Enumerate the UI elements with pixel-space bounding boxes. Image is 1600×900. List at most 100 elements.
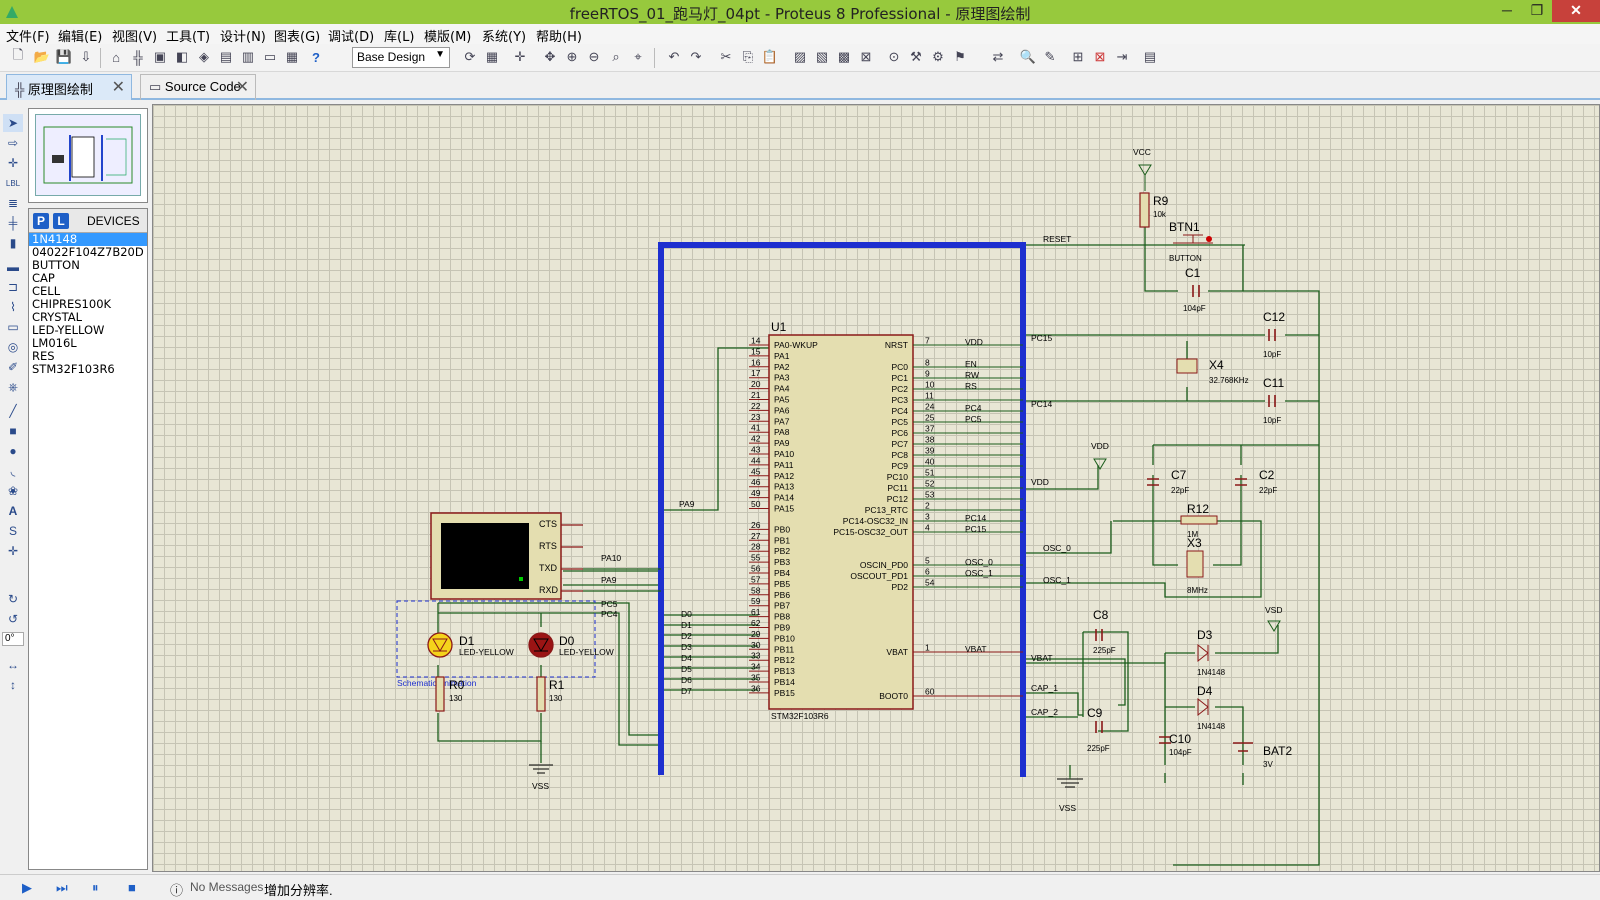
document-icon[interactable]: ▦ <box>282 47 302 67</box>
menu-tools[interactable]: 工具(T) <box>166 26 210 45</box>
search-tag-icon[interactable]: 🔍 <box>1018 47 1038 67</box>
menu-edit[interactable]: 编辑(E) <box>58 26 102 45</box>
menu-template[interactable]: 模版(M) <box>424 26 471 45</box>
line-icon[interactable]: ╱ <box>3 402 23 420</box>
close-tab-icon[interactable]: ✕ <box>236 77 249 97</box>
notes-icon[interactable]: ▥ <box>238 47 258 67</box>
bus-icon[interactable]: ╪ <box>3 214 23 232</box>
text-icon[interactable]: A <box>3 502 23 520</box>
save-icon[interactable]: 💾 <box>54 47 74 67</box>
remove-sheet-icon[interactable]: ⊠ <box>1090 47 1110 67</box>
diode-d3[interactable] <box>1197 643 1209 663</box>
design-select[interactable]: Base Design ▼ <box>352 47 450 68</box>
subcircuit-icon[interactable]: ▮ <box>3 234 23 252</box>
symbol-icon[interactable]: S <box>3 522 23 540</box>
menu-debug[interactable]: 调试(D) <box>328 26 374 45</box>
path-icon[interactable]: ❀ <box>3 482 23 500</box>
terminals-icon[interactable]: ▬ <box>3 258 23 276</box>
zoom-all-icon[interactable]: ⌕ <box>606 47 626 67</box>
decompose-icon[interactable]: ⚑ <box>950 47 970 67</box>
text-script-icon[interactable]: ≣ <box>3 194 23 212</box>
step-icon[interactable]: ⏭ <box>56 880 68 896</box>
marker-icon[interactable]: ✛ <box>3 542 23 560</box>
redo-icon[interactable]: ↷ <box>686 47 706 67</box>
open-folder-icon[interactable]: 📂 <box>32 47 52 67</box>
library-manager-button[interactable]: L <box>53 213 69 229</box>
diode-d4[interactable] <box>1197 697 1209 717</box>
rotation-field[interactable]: 0° <box>2 632 24 646</box>
block-rotate-icon[interactable]: ▩ <box>834 47 854 67</box>
led-d0[interactable] <box>528 632 554 658</box>
import-icon[interactable]: ⇩ <box>76 47 96 67</box>
instrument-icon[interactable]: ⎈ <box>3 378 23 396</box>
menu-file[interactable]: 文件(F) <box>6 26 50 45</box>
package-tool-icon[interactable]: ⚙ <box>928 47 948 67</box>
overview-window[interactable] <box>28 108 148 203</box>
wire-autorouter-icon[interactable]: ⇄ <box>988 47 1008 67</box>
rotate-ccw-icon[interactable]: ↺ <box>3 610 23 628</box>
schematic-icon[interactable]: ╬ <box>128 47 148 67</box>
box-icon[interactable]: ■ <box>3 422 23 440</box>
pcb-icon[interactable]: ▣ <box>150 47 170 67</box>
copy-icon[interactable]: ⎘ <box>738 47 758 67</box>
close-tab-icon[interactable]: ✕ <box>112 77 125 97</box>
cut-icon[interactable]: ✂ <box>716 47 736 67</box>
device-pins-icon[interactable]: ⊐ <box>3 278 23 296</box>
source-code-icon[interactable]: ▭ <box>260 47 280 67</box>
menu-graph[interactable]: 图表(G) <box>274 26 320 45</box>
zoom-in-icon[interactable]: ⊕ <box>562 47 582 67</box>
led-d1[interactable] <box>427 632 453 658</box>
wire-label-icon[interactable]: LBL <box>3 174 23 192</box>
netlist-icon[interactable]: ▤ <box>1140 47 1160 67</box>
refresh-icon[interactable]: ⟳ <box>460 47 480 67</box>
menu-help[interactable]: 帮助(H) <box>536 26 582 45</box>
arc-icon[interactable]: ◟ <box>3 462 23 480</box>
block-copy-icon[interactable]: ▨ <box>790 47 810 67</box>
selection-mode-icon[interactable]: ➤ <box>3 114 23 132</box>
crystal-x3[interactable] <box>1186 550 1204 578</box>
close-button[interactable]: ✕ <box>1552 0 1600 22</box>
mirror-x-icon[interactable]: ↔ <box>3 656 23 674</box>
probe-icon[interactable]: ✐ <box>3 358 23 376</box>
home-icon[interactable]: ⌂ <box>106 47 126 67</box>
mirror-y-icon[interactable]: ↕ <box>3 676 23 694</box>
goto-sheet-icon[interactable]: ⇥ <box>1112 47 1132 67</box>
rotate-cw-icon[interactable]: ↻ <box>3 590 23 608</box>
resistor-r0[interactable] <box>435 676 445 712</box>
zoom-out-icon[interactable]: ⊖ <box>584 47 604 67</box>
zoom-area-icon[interactable]: ⌖ <box>628 47 648 67</box>
stop-icon[interactable]: ■ <box>128 880 136 895</box>
menu-design[interactable]: 设计(N) <box>220 26 266 45</box>
tab-source-code[interactable]: ▭ Source Code ✕ <box>140 74 256 100</box>
block-delete-icon[interactable]: ⊠ <box>856 47 876 67</box>
make-device-icon[interactable]: ⚒ <box>906 47 926 67</box>
junction-dot-icon[interactable]: ✛ <box>3 154 23 172</box>
paste-icon[interactable]: 📋 <box>760 47 780 67</box>
origin-icon[interactable]: ✛ <box>510 47 530 67</box>
play-icon[interactable]: ▶ <box>22 880 32 896</box>
menu-system[interactable]: 系统(Y) <box>482 26 526 45</box>
tape-recorder-icon[interactable]: ▭ <box>3 318 23 336</box>
component-mode-icon[interactable]: ⇨ <box>3 134 23 152</box>
block-move-icon[interactable]: ▧ <box>812 47 832 67</box>
schematic-canvas[interactable]: U1 STM32F103R6 14 PA0-WKUP 15 PA1 16 PA2 17 PA3… <box>152 104 1600 872</box>
generator-icon[interactable]: ◎ <box>3 338 23 356</box>
menu-view[interactable]: 视图(V) <box>112 26 157 45</box>
minimize-button[interactable]: ─ <box>1492 0 1522 22</box>
tab-schematic[interactable]: ╬ 原理图绘制 ✕ <box>6 74 132 100</box>
new-file-icon[interactable]: 🗋 <box>8 47 28 67</box>
help-icon[interactable]: ? <box>306 47 326 67</box>
bom-icon[interactable]: ▤ <box>216 47 236 67</box>
property-assign-icon[interactable]: ✎ <box>1040 47 1060 67</box>
3d-view-icon[interactable]: ◧ <box>172 47 192 67</box>
resistor-r1[interactable] <box>536 676 546 712</box>
resistor-r12[interactable] <box>1180 515 1218 525</box>
graph-icon[interactable]: ⌇ <box>3 298 23 316</box>
pause-icon[interactable]: ⏸ <box>92 880 99 896</box>
message-count[interactable]: No Messages <box>190 880 263 894</box>
pick-devices-button[interactable]: P <box>33 213 49 229</box>
circle-icon[interactable]: ● <box>3 442 23 460</box>
pan-icon[interactable]: ✥ <box>540 47 560 67</box>
grid-icon[interactable]: ▦ <box>482 47 502 67</box>
menu-library[interactable]: 库(L) <box>384 26 414 45</box>
